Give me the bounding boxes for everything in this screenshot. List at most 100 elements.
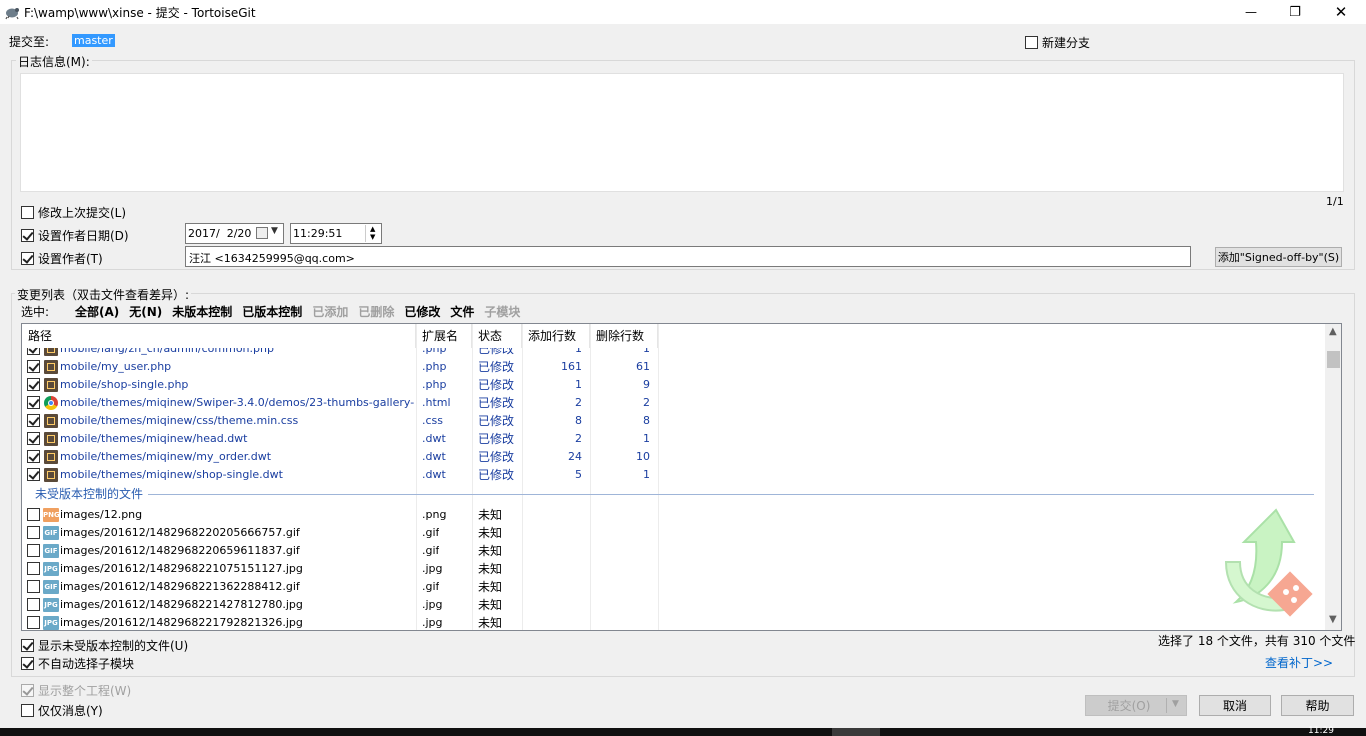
row-checkbox[interactable] bbox=[27, 432, 40, 445]
column-status[interactable]: 状态 bbox=[472, 324, 522, 348]
row-checkbox[interactable] bbox=[27, 616, 40, 629]
branch-name[interactable]: master bbox=[72, 34, 115, 47]
author-date-picker[interactable]: 2017/ 2/20 ▼ bbox=[185, 223, 284, 244]
filter-link[interactable]: 已版本控制 bbox=[242, 303, 302, 320]
row-checkbox[interactable] bbox=[27, 526, 40, 539]
table-row[interactable]: mobile/shop-single.php .php 已修改 1 9 bbox=[22, 376, 1326, 394]
table-row[interactable]: PNG images/12.png .png 未知 bbox=[22, 506, 1326, 524]
chevron-down-icon[interactable]: ▼ bbox=[1172, 699, 1179, 709]
row-checkbox[interactable] bbox=[27, 562, 40, 575]
row-path: mobile/my_user.php bbox=[60, 360, 172, 373]
close-button[interactable]: ✕ bbox=[1318, 0, 1364, 24]
column-path[interactable]: 路径 bbox=[22, 324, 416, 348]
row-checkbox[interactable] bbox=[27, 508, 40, 521]
restore-button[interactable]: ❐ bbox=[1272, 0, 1318, 24]
spin-up-icon[interactable]: ▲ bbox=[370, 225, 375, 233]
filter-link[interactable]: 文件 bbox=[450, 303, 474, 320]
row-checkbox[interactable] bbox=[27, 450, 40, 463]
row-checkbox[interactable] bbox=[27, 348, 40, 355]
row-checkbox[interactable] bbox=[27, 598, 40, 611]
cancel-button[interactable]: 取消 bbox=[1199, 695, 1271, 716]
column-ext[interactable]: 扩展名 bbox=[416, 324, 472, 348]
filter-link[interactable]: 无(N) bbox=[129, 303, 162, 320]
scroll-down-icon[interactable]: ▼ bbox=[1329, 614, 1337, 625]
row-deleted: 8 bbox=[643, 414, 650, 427]
new-branch-checkbox[interactable]: 新建分支 bbox=[1025, 34, 1090, 51]
time-spinner[interactable]: ▲ ▼ bbox=[365, 225, 380, 242]
taskbar-button[interactable] bbox=[832, 728, 880, 736]
row-checkbox[interactable] bbox=[27, 396, 40, 409]
set-author-check[interactable] bbox=[21, 252, 34, 265]
table-row[interactable]: mobile/themes/miqinew/shop-single.dwt .dw… bbox=[22, 466, 1326, 484]
set-author-checkbox[interactable]: 设置作者(T) bbox=[21, 250, 103, 267]
calendar-icon[interactable] bbox=[256, 227, 268, 239]
row-ext: .gif bbox=[422, 544, 440, 557]
table-row[interactable]: mobile/themes/miqinew/head.dwt .dwt 已修改 2 1 bbox=[22, 430, 1326, 448]
message-only-checkbox[interactable]: 仅仅消息(Y) bbox=[21, 702, 103, 719]
new-branch-check[interactable] bbox=[1025, 36, 1038, 49]
row-checkbox[interactable] bbox=[27, 468, 40, 481]
window-title: F:\wamp\www\xinse - 提交 - TortoiseGit bbox=[24, 6, 256, 20]
row-ext: .css bbox=[422, 414, 444, 427]
chevron-down-icon[interactable]: ▼ bbox=[271, 226, 278, 236]
scrollbar-thumb[interactable] bbox=[1327, 351, 1340, 368]
author-input[interactable]: 汪江 <1634259995@qq.com> bbox=[185, 246, 1191, 267]
close-icon: ✕ bbox=[1334, 3, 1348, 21]
scroll-up-icon[interactable]: ▲ bbox=[1329, 326, 1337, 337]
table-row[interactable]: mobile/themes/miqinew/css/theme.min.css.… bbox=[22, 412, 1326, 430]
author-time-picker[interactable]: 11:29:51 ▲ ▼ bbox=[290, 223, 382, 244]
table-row[interactable]: GIF images/201612/1482968220205666757.gif… bbox=[22, 524, 1326, 542]
row-checkbox[interactable] bbox=[27, 360, 40, 373]
log-message-textarea[interactable] bbox=[20, 73, 1344, 192]
filter-link[interactable]: 全部(A) bbox=[75, 303, 119, 320]
help-button[interactable]: 帮助 bbox=[1281, 695, 1354, 716]
filter-link: 子模块 bbox=[484, 305, 521, 319]
row-path: images/201612/1482968221427812780.jpg bbox=[60, 598, 303, 611]
table-row[interactable]: mobile/lang/zh_cn/admin/common.php .php 已修… bbox=[22, 348, 1326, 358]
row-added: 5 bbox=[575, 468, 582, 481]
row-deleted: 2 bbox=[643, 396, 650, 409]
commit-button-label: 提交(O) bbox=[1107, 699, 1151, 713]
no-auto-submodule-check[interactable] bbox=[21, 657, 34, 670]
row-checkbox[interactable] bbox=[27, 580, 40, 593]
show-unversioned-check[interactable] bbox=[21, 639, 34, 652]
minimize-button[interactable]: — bbox=[1228, 0, 1274, 24]
set-author-date-check[interactable] bbox=[21, 229, 34, 242]
table-row[interactable]: mobile/themes/miqinew/my_order.dwt .dwt 已修… bbox=[22, 448, 1326, 466]
row-checkbox[interactable] bbox=[27, 414, 40, 427]
table-row[interactable]: JPG images/201612/1482968221792821326.jpg… bbox=[22, 614, 1326, 630]
jpg-file-icon: JPG bbox=[43, 598, 59, 612]
show-unversioned-checkbox[interactable]: 显示未受版本控制的文件(U) bbox=[21, 637, 188, 654]
row-added: 161 bbox=[561, 360, 582, 373]
signed-off-by-button[interactable]: 添加"Signed-off-by"(S) bbox=[1215, 247, 1342, 267]
column-deleted[interactable]: 删除行数 bbox=[590, 324, 658, 348]
filter-link[interactable]: 已修改 bbox=[404, 303, 440, 320]
row-path: mobile/themes/miqinew/my_order.dwt bbox=[60, 450, 272, 463]
group-divider bbox=[148, 494, 1314, 495]
set-author-date-checkbox[interactable]: 设置作者日期(D) bbox=[21, 227, 129, 244]
filter-link[interactable]: 未版本控制 bbox=[172, 303, 232, 320]
table-row[interactable]: mobile/themes/miqinew/Swiper-3.4.0/demos… bbox=[22, 394, 1326, 412]
row-deleted: 1 bbox=[643, 348, 650, 355]
table-row[interactable]: mobile/my_user.php .php 已修改 161 61 bbox=[22, 358, 1326, 376]
row-checkbox[interactable] bbox=[27, 544, 40, 557]
amend-check[interactable] bbox=[21, 206, 34, 219]
message-only-check[interactable] bbox=[21, 704, 34, 717]
commit-button[interactable]: 提交(O) ▼ bbox=[1085, 695, 1187, 716]
amend-checkbox[interactable]: 修改上次提交(L) bbox=[21, 204, 126, 221]
row-deleted: 9 bbox=[643, 378, 650, 391]
vertical-scrollbar[interactable]: ▲ ▼ bbox=[1325, 324, 1341, 630]
spin-down-icon[interactable]: ▼ bbox=[370, 233, 375, 241]
view-patch-link[interactable]: 查看补丁>> bbox=[1265, 654, 1333, 671]
gif-file-icon: GIF bbox=[43, 526, 59, 540]
table-row[interactable]: JPG images/201612/1482968221075151127.jpg… bbox=[22, 560, 1326, 578]
table-row[interactable]: JPG images/201612/1482968221427812780.jpg… bbox=[22, 596, 1326, 614]
table-row[interactable]: GIF images/201612/1482968221362288412.gif… bbox=[22, 578, 1326, 596]
table-row[interactable]: GIF images/201612/1482968220659611837.gif… bbox=[22, 542, 1326, 560]
file-list[interactable]: 路径 扩展名 状态 添加行数 删除行数 mobile/lang/zh_cn/ad… bbox=[21, 323, 1342, 631]
no-auto-submodule-checkbox[interactable]: 不自动选择子模块 bbox=[21, 655, 134, 672]
php-file-icon bbox=[44, 348, 58, 356]
row-status: 未知 bbox=[478, 544, 503, 558]
column-added[interactable]: 添加行数 bbox=[522, 324, 590, 348]
row-checkbox[interactable] bbox=[27, 378, 40, 391]
